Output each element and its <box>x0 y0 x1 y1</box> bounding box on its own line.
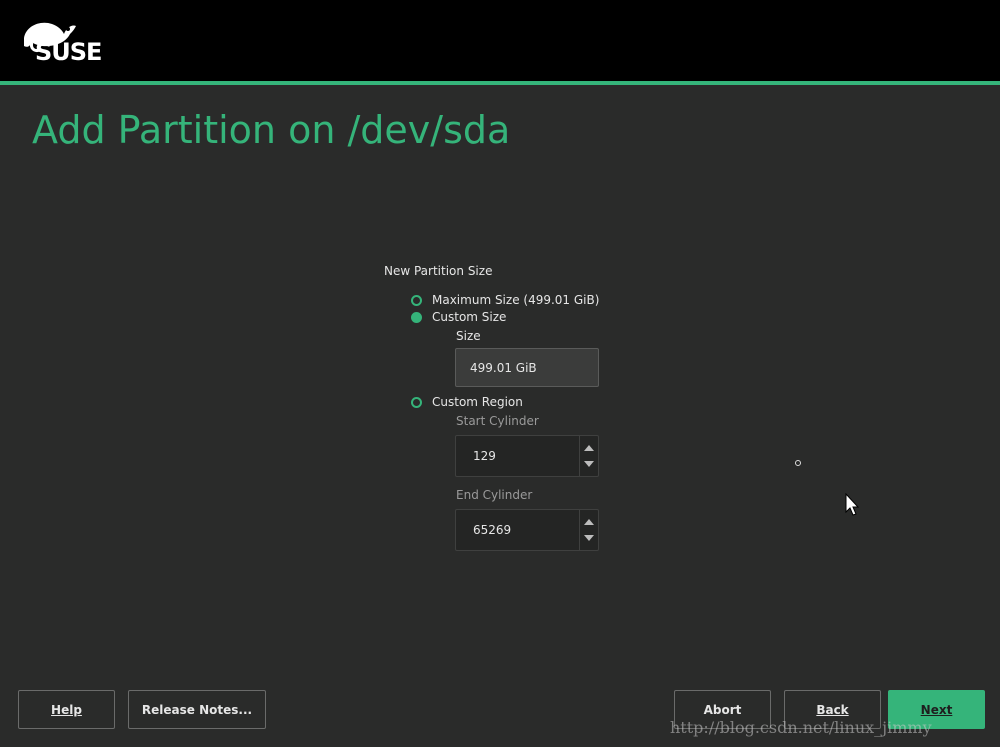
top-banner <box>0 0 1000 81</box>
help-button-label: Help <box>51 702 82 717</box>
radio-selected-icon <box>411 311 422 323</box>
custom-size-label: Custom Size <box>432 310 507 324</box>
custom-region-radio[interactable]: Custom Region <box>411 395 523 409</box>
start-cylinder-spinbox[interactable]: 129 <box>455 435 599 477</box>
next-button-label: Next <box>920 702 953 717</box>
banner-divider <box>0 81 1000 85</box>
maximum-size-label: Maximum Size (499.01 GiB) <box>432 293 600 307</box>
start-cylinder-label: Start Cylinder <box>456 414 539 428</box>
radio-circle-icon <box>411 294 422 306</box>
maximum-size-radio[interactable]: Maximum Size (499.01 GiB) <box>411 293 599 307</box>
watermark-text: http://blog.csdn.net/linux_jimmy <box>670 718 932 737</box>
mouse-pointer-icon <box>845 493 860 516</box>
small-circle-marker <box>795 460 801 466</box>
release-notes-button-label: Release Notes... <box>141 702 253 717</box>
start-cylinder-arrows[interactable] <box>579 436 598 476</box>
arrow-up-icon[interactable] <box>584 445 594 451</box>
custom-size-radio[interactable]: Custom Size <box>411 310 506 324</box>
size-input[interactable] <box>455 348 599 387</box>
arrow-down-icon[interactable] <box>584 535 594 541</box>
release-notes-button[interactable]: Release Notes... <box>128 690 266 729</box>
end-cylinder-spinbox[interactable]: 65269 <box>455 509 599 551</box>
arrow-up-icon[interactable] <box>584 519 594 525</box>
help-button[interactable]: Help <box>18 690 115 729</box>
custom-region-label: Custom Region <box>432 395 523 409</box>
radio-circle-icon <box>411 396 422 408</box>
suse-logo-text: SUSE <box>35 38 102 66</box>
end-cylinder-value: 65269 <box>473 523 512 537</box>
end-cylinder-arrows[interactable] <box>579 510 598 550</box>
abort-button-label: Abort <box>703 702 742 717</box>
size-label: Size <box>456 329 481 343</box>
back-button-label: Back <box>816 702 849 717</box>
end-cylinder-label: End Cylinder <box>456 488 533 502</box>
arrow-down-icon[interactable] <box>584 461 594 467</box>
new-partition-size-label: New Partition Size <box>384 264 493 278</box>
page-title: Add Partition on /dev/sda <box>32 108 511 152</box>
start-cylinder-value: 129 <box>473 449 496 463</box>
